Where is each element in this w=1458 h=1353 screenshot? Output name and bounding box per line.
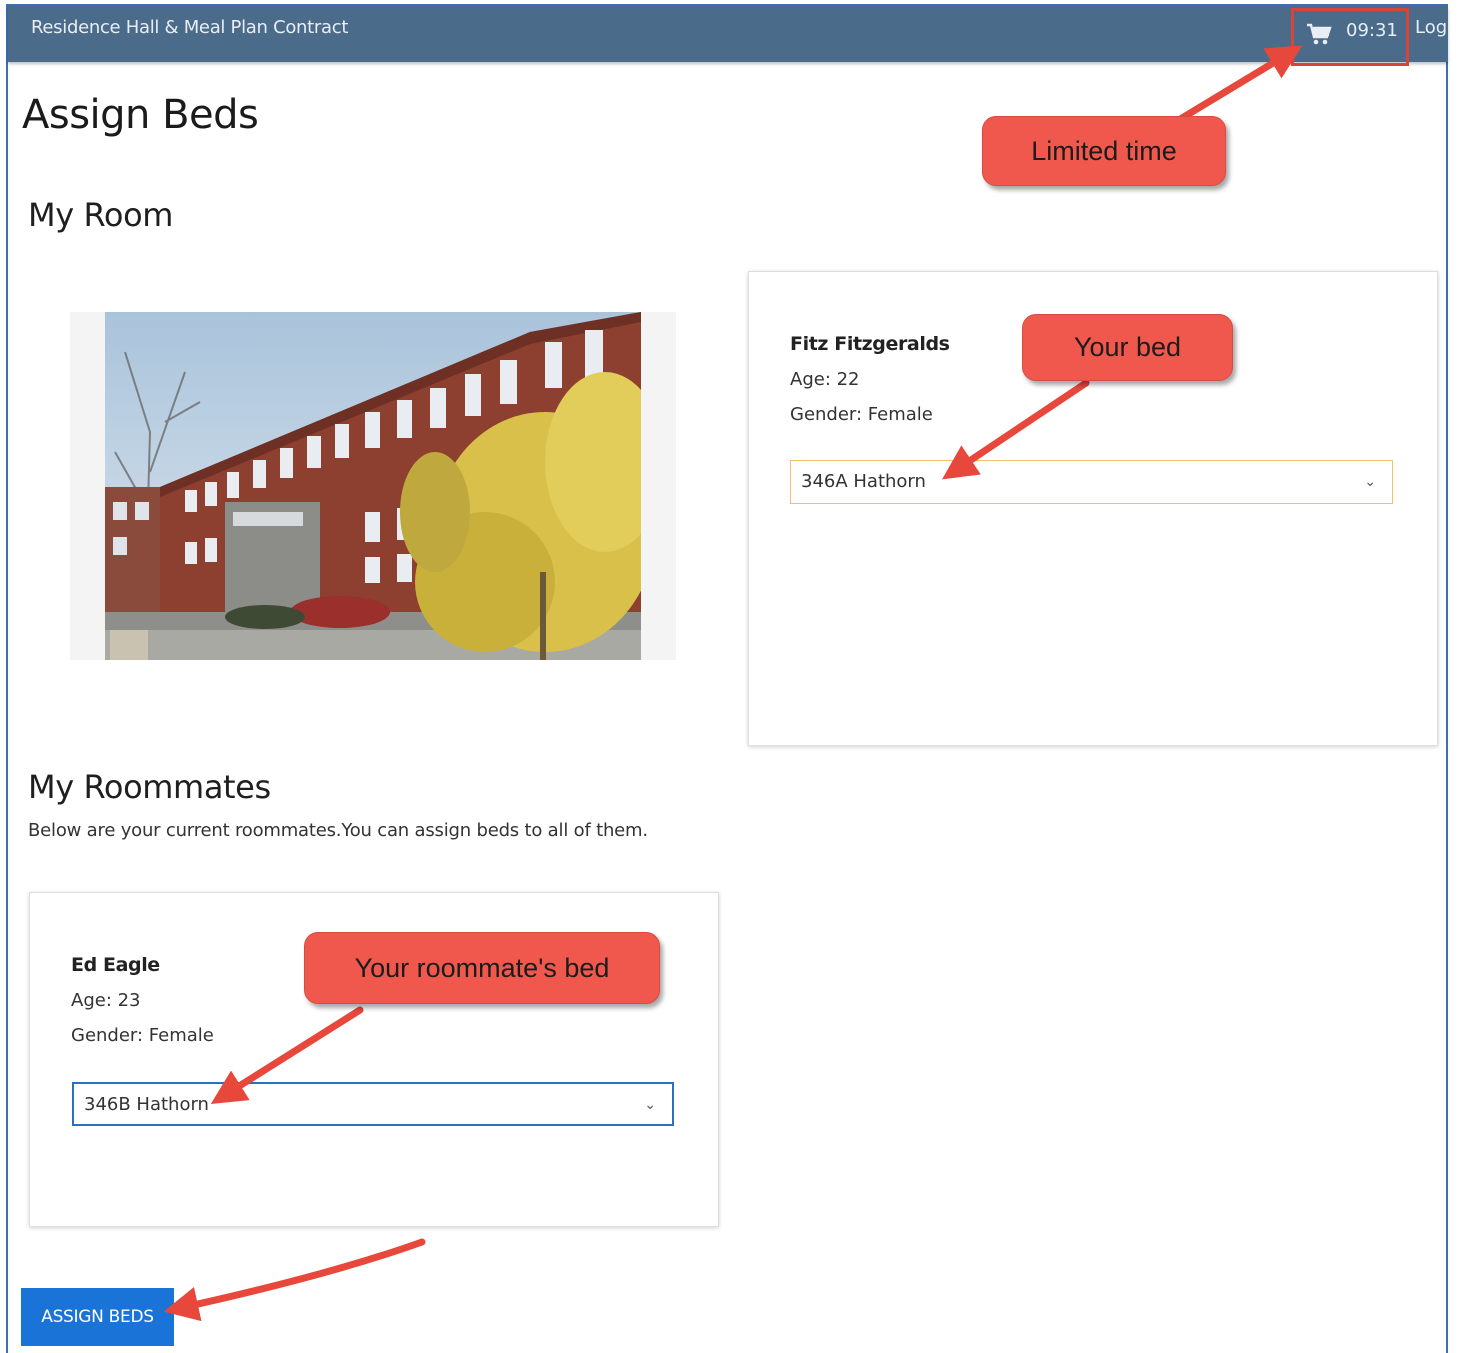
callout-your-bed: Your bed xyxy=(1022,314,1233,381)
my-bed-select[interactable]: 346A Hathorn ⌄ xyxy=(790,460,1393,504)
roommate-bed-value: 346B Hathorn xyxy=(84,1094,209,1115)
roommate-gender: Gender: Female xyxy=(71,1025,214,1046)
residence-hall-photo xyxy=(70,312,676,660)
logout-link[interactable]: Log xyxy=(1415,6,1448,50)
chevron-down-icon: ⌄ xyxy=(1364,474,1376,490)
callout-roommate-bed: Your roommate's bed xyxy=(304,932,660,1004)
cart-timer[interactable]: 09:31 xyxy=(1291,8,1409,66)
roommate-age: Age: 23 xyxy=(71,990,141,1011)
my-age: Age: 22 xyxy=(790,369,860,390)
roommate-bed-select[interactable]: 346B Hathorn ⌄ xyxy=(72,1082,674,1126)
my-name: Fitz Fitzgeralds xyxy=(790,333,950,355)
my-gender: Gender: Female xyxy=(790,404,933,425)
page-title: Assign Beds xyxy=(22,92,259,138)
countdown-timer: 09:31 xyxy=(1346,20,1398,41)
my-bed-value: 346A Hathorn xyxy=(801,471,926,492)
chevron-down-icon: ⌄ xyxy=(644,1097,656,1113)
top-navbar: Residence Hall & Meal Plan Contract 09:3… xyxy=(8,6,1448,66)
roommate-name: Ed Eagle xyxy=(71,954,160,976)
building-photo-image xyxy=(105,312,641,660)
roommates-description: Below are your current roommates.You can… xyxy=(28,820,648,841)
my-roommates-heading: My Roommates xyxy=(28,768,271,806)
shopping-cart-icon[interactable] xyxy=(1306,23,1332,47)
my-room-heading: My Room xyxy=(28,196,174,234)
app-title[interactable]: Residence Hall & Meal Plan Contract xyxy=(31,6,348,50)
assign-beds-button[interactable]: ASSIGN BEDS xyxy=(21,1288,174,1346)
callout-limited-time: Limited time xyxy=(982,116,1226,186)
